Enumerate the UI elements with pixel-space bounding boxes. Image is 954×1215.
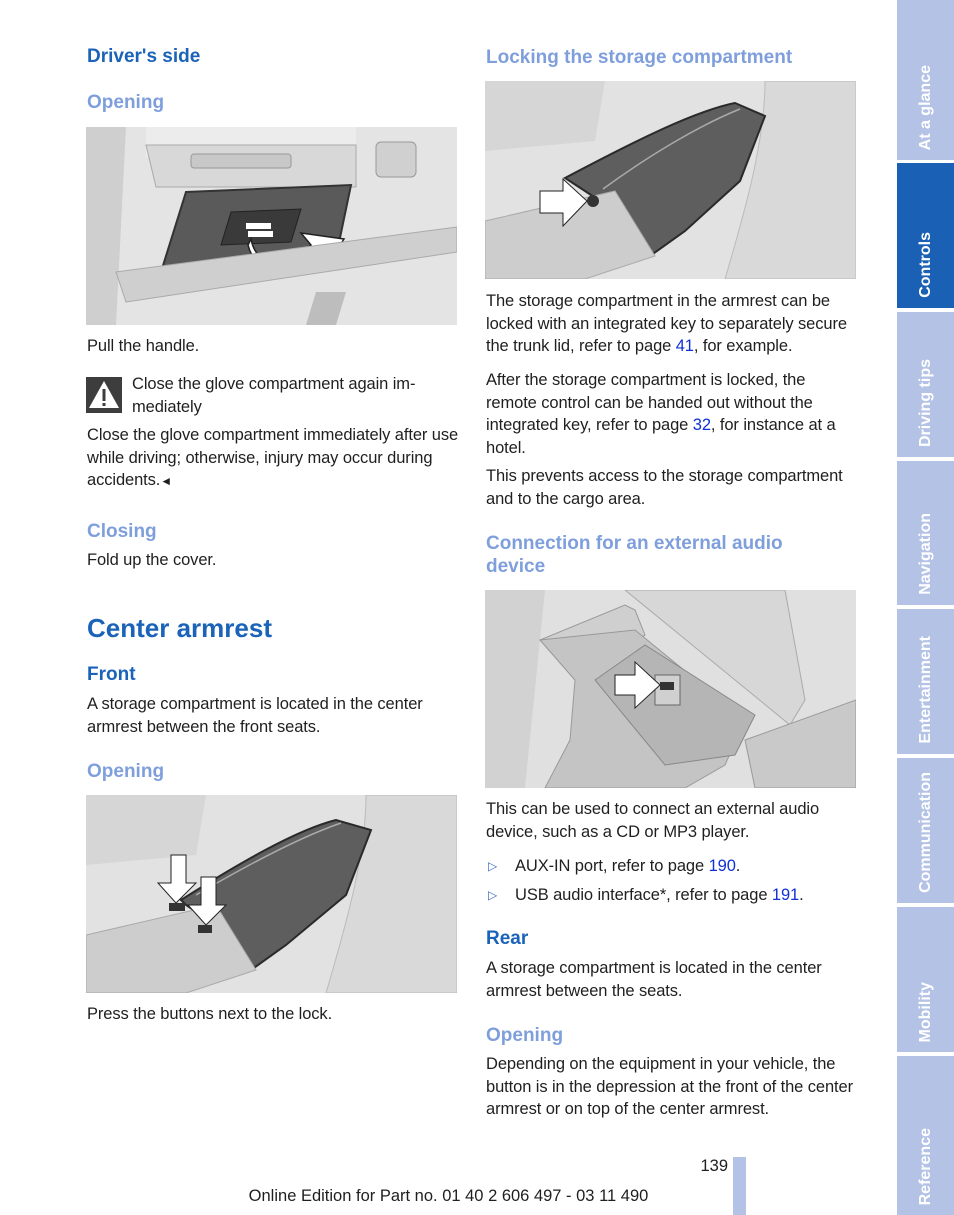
armrest-buttons-figure: [86, 795, 457, 993]
tab-reference[interactable]: Reference: [897, 1056, 954, 1215]
armrest-lock-figure: [485, 81, 856, 279]
locking-text: The storage compartment in the armrest c…: [486, 290, 858, 358]
edition-footer: Online Edition for Part no. 01 40 2 606 …: [248, 1187, 649, 1205]
warning-title-line2: mediately: [132, 398, 202, 416]
audio-connection-figure: [485, 590, 856, 788]
warning-body-text: Close the glove compartment immediately …: [87, 426, 459, 490]
page-link-191[interactable]: 191: [772, 886, 799, 904]
tab-label: At a glance: [916, 64, 934, 150]
opening-heading-front: Opening: [87, 761, 165, 782]
tab-label: Navigation: [916, 513, 934, 595]
bullet-aux-in: AUX-IN port, refer to page 190.: [515, 855, 740, 878]
rear-text: A storage compartment is located in the …: [486, 959, 822, 1000]
rear-heading: Rear: [486, 928, 529, 949]
center-armrest-heading: Center armrest: [87, 613, 272, 643]
tab-label: Entertainment: [916, 636, 934, 744]
opening-heading-rear: Opening: [486, 1025, 564, 1046]
press-buttons-text: Press the buttons next to the lock.: [87, 1005, 333, 1023]
closing-heading: Closing: [87, 521, 157, 542]
tab-navigation[interactable]: Navigation: [897, 461, 954, 605]
warning-body: Close the glove compartment immediately …: [87, 424, 461, 493]
page-link-41[interactable]: 41: [676, 337, 694, 355]
glove-compartment-figure: [86, 127, 457, 325]
bullet-aux-in-tail: .: [735, 857, 741, 875]
locking-text-tail: , for example.: [693, 337, 793, 356]
end-mark-icon: ◄: [160, 474, 173, 489]
tab-driving-tips[interactable]: Driving tips: [897, 312, 954, 457]
locking-heading: Locking the storage compartment: [486, 47, 793, 68]
tab-label: Controls: [916, 232, 934, 298]
tab-controls[interactable]: Controls: [897, 163, 954, 308]
tab-mobility[interactable]: Mobility: [897, 907, 954, 1052]
front-text: A storage compartment is located in the …: [87, 695, 423, 736]
opening-heading: Opening: [87, 92, 165, 113]
bullet-usb-audio: USB audio interface*, refer to page 191.: [515, 884, 804, 907]
tab-entertainment[interactable]: Entertainment: [897, 609, 954, 754]
page-number: 139: [700, 1157, 728, 1175]
tab-label: Reference: [916, 1127, 934, 1205]
page-link-190[interactable]: 190: [709, 857, 736, 875]
page-link-32[interactable]: 32: [693, 416, 711, 434]
fold-up-text: Fold up the cover.: [87, 551, 217, 569]
tab-communication[interactable]: Communication: [897, 758, 954, 903]
page-number-marker: [733, 1157, 746, 1215]
drivers-side-heading: Driver's side: [87, 46, 201, 67]
tab-label: Mobility: [916, 981, 934, 1042]
after-locked-text: After the storage compartment is locked,…: [486, 369, 858, 459]
pull-handle-text: Pull the handle.: [87, 337, 200, 355]
bullet-triangle-icon: ▷: [488, 859, 498, 873]
tab-label: Driving tips: [916, 358, 934, 447]
bullet-usb-audio-text: USB audio interface*, refer to page: [515, 886, 772, 904]
warning-title-line1: Close the glove compartment again im-: [132, 375, 416, 393]
warning-triangle-icon: [86, 377, 122, 413]
tab-at-a-glance[interactable]: At a glance: [897, 0, 954, 160]
locking-text-body: The storage compartment in the armrest c…: [486, 292, 847, 356]
connection-text: This can be used to connect an external …: [486, 800, 820, 841]
prevents-text: This prevents access to the storage comp…: [486, 467, 843, 508]
front-heading: Front: [87, 664, 136, 685]
bullet-aux-in-text: AUX-IN port, refer to page: [515, 857, 709, 875]
rear-opening-text: Depending on the equipment in your vehic…: [486, 1055, 854, 1119]
bullet-triangle-icon: ▷: [488, 888, 498, 902]
chapter-tabs: At a glance Controls Driving tips Naviga…: [897, 0, 954, 1215]
tab-label: Communication: [916, 772, 934, 893]
connection-heading: Connection for an external audio device: [486, 533, 783, 577]
bullet-usb-audio-tail: .: [799, 886, 804, 904]
